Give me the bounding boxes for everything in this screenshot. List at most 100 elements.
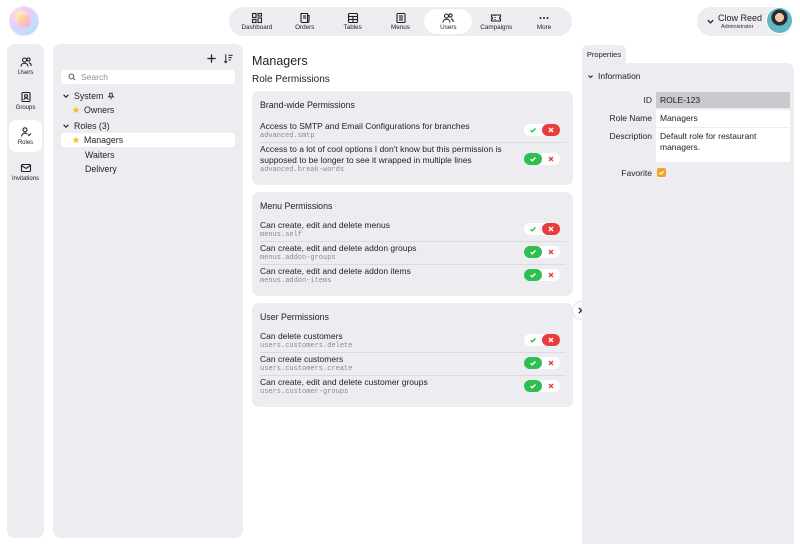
nav-label: Dashboard bbox=[241, 23, 273, 31]
nav-label: Orders bbox=[295, 23, 315, 31]
user-role: Administrator bbox=[721, 24, 754, 30]
permission-toggle[interactable] bbox=[524, 269, 560, 281]
chevron-down-icon bbox=[588, 74, 593, 78]
role-name-field[interactable]: Managers bbox=[656, 110, 790, 127]
permission-row: Can create, edit and delete menus menus.… bbox=[260, 220, 566, 242]
avatar[interactable] bbox=[767, 8, 792, 33]
nav-dashboard[interactable]: Dashboard bbox=[233, 9, 281, 34]
favorite-checkbox[interactable] bbox=[657, 168, 666, 177]
permission-toggle[interactable] bbox=[524, 334, 560, 346]
check-icon bbox=[530, 273, 536, 278]
properties-panel: Information ID ROLE-123 Role Name Manage… bbox=[582, 63, 794, 544]
dashboard-icon bbox=[251, 12, 262, 23]
nav-menus[interactable]: Menus bbox=[377, 9, 425, 34]
permission-toggle[interactable] bbox=[524, 124, 560, 136]
nav-tables[interactable]: Tables bbox=[329, 9, 377, 34]
tree-node-system[interactable]: System bbox=[62, 89, 115, 103]
ticket-icon bbox=[491, 14, 502, 22]
permission-key: users.customers.delete bbox=[260, 342, 353, 350]
nav-label: Users bbox=[440, 23, 457, 31]
deny-option[interactable] bbox=[542, 124, 560, 136]
chevron-down-icon bbox=[63, 124, 69, 128]
deny-option[interactable] bbox=[542, 153, 560, 165]
row-divider bbox=[260, 241, 566, 242]
permission-toggle[interactable] bbox=[524, 153, 560, 165]
star-icon bbox=[72, 106, 80, 113]
allow-option[interactable] bbox=[524, 269, 542, 281]
nav-label: More bbox=[536, 23, 552, 31]
tree-node-label: Delivery bbox=[85, 164, 117, 174]
tree-node-managers[interactable]: Managers bbox=[61, 133, 235, 147]
app-logo[interactable] bbox=[10, 7, 38, 35]
description-field[interactable]: Default role for restaurant managers. bbox=[656, 128, 790, 162]
permission-toggle[interactable] bbox=[524, 357, 560, 369]
deny-option[interactable] bbox=[542, 223, 560, 235]
rail-label: Users bbox=[17, 70, 34, 76]
permission-toggle[interactable] bbox=[524, 246, 560, 258]
chevron-down-icon bbox=[707, 19, 714, 24]
deny-option[interactable] bbox=[542, 269, 560, 281]
close-icon bbox=[548, 127, 554, 133]
deny-option[interactable] bbox=[542, 246, 560, 258]
permission-row: Access to a lot of cool options I don't … bbox=[260, 144, 566, 178]
permission-label: Can delete customers bbox=[260, 331, 343, 341]
allow-option[interactable] bbox=[524, 153, 542, 165]
rail-item-users[interactable]: Users bbox=[9, 50, 42, 82]
permission-key: users.customers.create bbox=[260, 365, 353, 373]
tree-search bbox=[61, 70, 235, 84]
rail-item-invitations[interactable]: Invitations bbox=[9, 156, 42, 188]
allow-option[interactable] bbox=[524, 246, 542, 258]
section-subtitle: Role Permissions bbox=[252, 74, 330, 85]
nav-users[interactable]: Users bbox=[424, 9, 473, 34]
allow-option[interactable] bbox=[524, 334, 542, 346]
tab-properties[interactable]: Properties bbox=[582, 45, 626, 63]
allow-option[interactable] bbox=[524, 124, 542, 136]
card-title: User Permissions bbox=[260, 312, 329, 322]
rail-item-roles[interactable]: Roles bbox=[9, 120, 42, 152]
allow-option[interactable] bbox=[524, 223, 542, 235]
check-icon bbox=[530, 157, 536, 162]
permission-row: Can delete customers users.customers.del… bbox=[260, 331, 566, 353]
check-icon bbox=[530, 250, 536, 255]
nav-campaigns[interactable]: Campaigns bbox=[472, 9, 520, 34]
permission-row: Can create, edit and delete customer gro… bbox=[260, 377, 566, 399]
permission-label: Can create, edit and delete menus bbox=[260, 220, 390, 230]
logo-mark bbox=[18, 15, 30, 27]
tree-node-label: Waiters bbox=[85, 150, 115, 160]
rail-item-groups[interactable]: Groups bbox=[9, 85, 42, 117]
deny-option[interactable] bbox=[542, 380, 560, 392]
check-icon bbox=[530, 338, 536, 343]
tree-node-label: Roles (3) bbox=[74, 121, 110, 131]
permission-row: Can create, edit and delete addon items … bbox=[260, 266, 566, 288]
roles-tree-panel: System Owners Roles (3) Managers Waiters… bbox=[53, 44, 243, 538]
tree-node-waiters[interactable]: Waiters bbox=[85, 148, 115, 162]
permission-label: Can create, edit and delete addon items bbox=[260, 266, 411, 276]
close-icon bbox=[548, 226, 554, 232]
tree-node-label: Managers bbox=[84, 135, 124, 145]
nav-orders[interactable]: Orders bbox=[281, 9, 329, 34]
pin-icon bbox=[107, 92, 115, 100]
tree-node-delivery[interactable]: Delivery bbox=[85, 162, 117, 176]
section-information[interactable]: Information bbox=[587, 71, 641, 81]
permission-label: Access to a lot of cool options I don't … bbox=[260, 144, 502, 165]
close-icon bbox=[548, 272, 554, 278]
users-icon bbox=[19, 57, 32, 67]
deny-option[interactable] bbox=[542, 357, 560, 369]
rail-label: Invitations bbox=[11, 176, 39, 182]
nav-more[interactable]: More bbox=[520, 9, 568, 34]
permission-key: menus.addon-items bbox=[260, 277, 332, 285]
check-icon bbox=[658, 170, 665, 175]
add-icon[interactable] bbox=[206, 53, 217, 64]
tree-node-owners[interactable]: Owners bbox=[72, 103, 114, 117]
deny-option[interactable] bbox=[542, 334, 560, 346]
check-icon bbox=[530, 384, 536, 389]
permission-toggle[interactable] bbox=[524, 223, 560, 235]
permission-toggle[interactable] bbox=[524, 380, 560, 392]
search-input[interactable] bbox=[81, 72, 231, 82]
sort-icon[interactable] bbox=[223, 53, 234, 64]
user-name: Clow Reed bbox=[718, 13, 763, 23]
allow-option[interactable] bbox=[524, 380, 542, 392]
allow-option[interactable] bbox=[524, 357, 542, 369]
tree-node-roles[interactable]: Roles (3) bbox=[62, 119, 110, 133]
tree-node-label: Owners bbox=[84, 105, 115, 115]
